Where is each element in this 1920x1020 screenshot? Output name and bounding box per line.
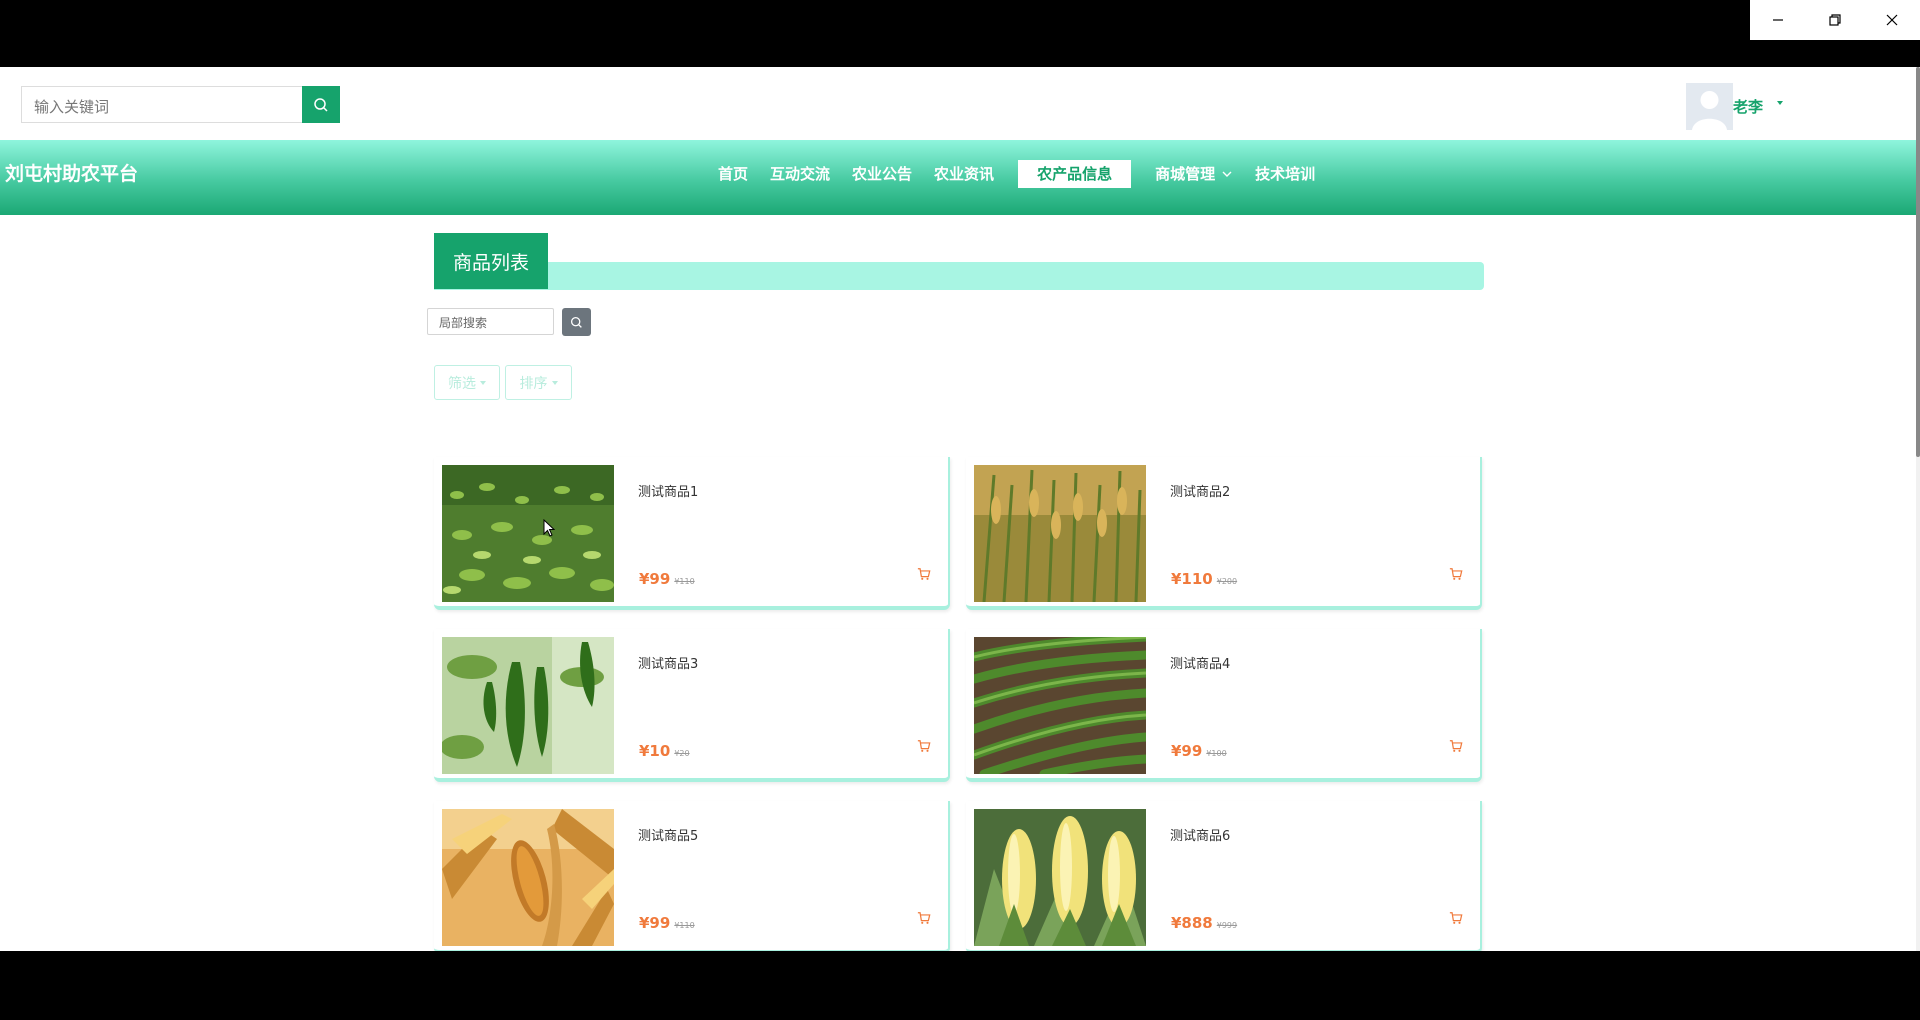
original-price: ¥20 — [674, 749, 690, 758]
product-card[interactable]: 测试商品4 ¥99 ¥100 — [966, 629, 1482, 782]
product-price: ¥99 ¥110 — [639, 914, 695, 932]
username-label[interactable]: 老李 — [1733, 96, 1763, 117]
product-image-green-plants[interactable] — [442, 465, 614, 602]
nav-item-training[interactable]: 技术培训 — [1255, 160, 1315, 188]
original-price: ¥110 — [674, 577, 695, 586]
product-card[interactable]: 测试商品3 ¥10 ¥20 — [434, 629, 950, 782]
cart-icon[interactable] — [1449, 567, 1463, 581]
original-price: ¥100 — [1206, 749, 1227, 758]
keyword-search-input[interactable]: 输入关键词 — [21, 86, 302, 123]
filter-dropdown-button[interactable]: 筛选 — [434, 365, 500, 400]
nav-item-mall-management[interactable]: 商城管理 — [1155, 160, 1233, 188]
original-price: ¥110 — [674, 921, 695, 930]
product-image-rice-field[interactable] — [974, 465, 1146, 602]
page-scrollbar[interactable] — [1916, 67, 1920, 951]
product-name[interactable]: 测试商品5 — [638, 825, 698, 844]
product-price: ¥888 ¥999 — [1171, 914, 1237, 932]
search-icon — [570, 316, 582, 328]
product-image-corn-cobs[interactable] — [974, 809, 1146, 946]
top-header: 输入关键词 老李 — [0, 67, 1916, 140]
product-price: ¥99 ¥100 — [1171, 742, 1227, 760]
local-search-button[interactable] — [562, 308, 591, 336]
window-titlebar — [0, 0, 1920, 67]
user-avatar-icon — [1686, 83, 1733, 130]
panel-title-underline — [434, 262, 1484, 290]
product-name[interactable]: 测试商品6 — [1170, 825, 1230, 844]
page-title: 商品列表 — [434, 233, 548, 289]
cart-icon[interactable] — [917, 739, 931, 753]
close-icon — [1886, 14, 1898, 26]
chevron-down-icon — [1222, 171, 1232, 177]
user-menu-caret-icon[interactable] — [1777, 101, 1783, 105]
product-name[interactable]: 测试商品2 — [1170, 481, 1230, 500]
nav-item-products[interactable]: 农产品信息 — [1018, 160, 1132, 188]
product-image-crop-rows[interactable] — [974, 637, 1146, 774]
current-price: ¥110 — [1171, 570, 1213, 588]
caret-down-icon — [480, 380, 486, 385]
nav-item-news[interactable]: 农业资讯 — [934, 160, 994, 188]
product-name[interactable]: 测试商品4 — [1170, 653, 1230, 672]
original-price: ¥200 — [1216, 577, 1238, 586]
nav-menu: 首页 互动交流 农业公告 农业资讯 农产品信息 商城管理 技术培训 — [718, 160, 1337, 188]
cart-icon[interactable] — [917, 911, 931, 925]
nav-item-mall-label: 商城管理 — [1155, 165, 1216, 183]
product-image-green-peppers[interactable] — [442, 637, 614, 774]
product-card[interactable]: 测试商品5 ¥99 ¥110 — [434, 801, 950, 951]
keyword-search-button[interactable] — [302, 86, 340, 123]
cart-icon[interactable] — [917, 567, 931, 581]
caret-down-icon — [551, 380, 558, 385]
scrollbar-thumb[interactable] — [1916, 67, 1920, 457]
current-price: ¥10 — [639, 742, 671, 760]
current-price: ¥99 — [639, 570, 671, 588]
product-name[interactable]: 测试商品1 — [638, 481, 698, 500]
original-price: ¥999 — [1216, 921, 1238, 930]
restore-icon — [1829, 14, 1841, 26]
cart-icon[interactable] — [1449, 911, 1463, 925]
product-price: ¥99 ¥110 — [639, 570, 695, 588]
current-price: ¥99 — [639, 914, 671, 932]
product-name[interactable]: 测试商品3 — [638, 653, 698, 672]
nav-item-home[interactable]: 首页 — [718, 160, 748, 188]
current-price: ¥99 — [1171, 742, 1203, 760]
minimize-button[interactable] — [1750, 0, 1807, 40]
filter-label: 筛选 — [448, 375, 476, 392]
page-viewport: 输入关键词 老李 刘屯村助农平台 首页 互动交流 农业公告 农业资讯 农产品信息… — [0, 67, 1920, 951]
sort-dropdown-button[interactable]: 排序 — [505, 365, 572, 400]
mouse-cursor-icon — [543, 519, 555, 537]
sort-label: 排序 — [519, 375, 548, 392]
product-card[interactable]: 测试商品1 ¥99 ¥110 — [434, 457, 950, 610]
avatar[interactable] — [1686, 83, 1733, 130]
product-image-corn-stalk[interactable] — [442, 809, 614, 946]
current-price: ¥888 — [1171, 914, 1213, 932]
product-card[interactable]: 测试商品6 ¥888 ¥999 — [966, 801, 1482, 951]
minimize-icon — [1773, 19, 1784, 21]
nav-item-interaction[interactable]: 互动交流 — [770, 160, 830, 188]
close-button[interactable] — [1863, 0, 1920, 40]
local-search-input[interactable]: 局部搜索 — [427, 308, 554, 335]
search-icon — [314, 97, 328, 112]
window-controls — [1750, 0, 1920, 40]
product-card[interactable]: 测试商品2 ¥110 ¥200 — [966, 457, 1482, 610]
restore-button[interactable] — [1807, 0, 1864, 40]
site-brand[interactable]: 刘屯村助农平台 — [5, 159, 138, 186]
nav-item-announcements[interactable]: 农业公告 — [852, 160, 912, 188]
product-price: ¥110 ¥200 — [1171, 570, 1237, 588]
product-price: ¥10 ¥20 — [639, 742, 690, 760]
main-navbar: 刘屯村助农平台 首页 互动交流 农业公告 农业资讯 农产品信息 商城管理 技术培… — [0, 140, 1916, 215]
cart-icon[interactable] — [1449, 739, 1463, 753]
